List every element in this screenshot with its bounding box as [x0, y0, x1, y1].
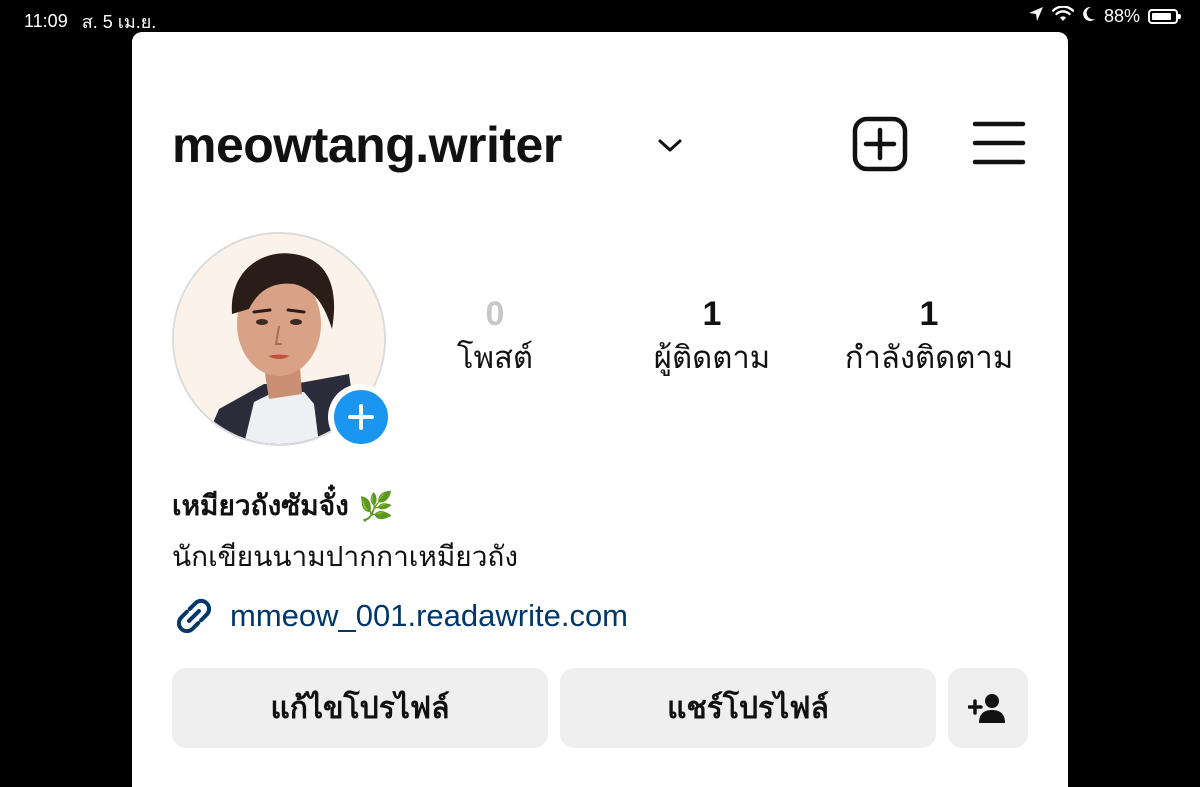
stat-posts[interactable]: 0 โพสต์	[432, 294, 558, 378]
plus-icon	[348, 404, 374, 430]
profile-link-text[interactable]: mmeow_001.readawrite.com	[230, 598, 628, 634]
wifi-icon	[1051, 5, 1074, 27]
new-post-button[interactable]	[852, 116, 908, 177]
stat-followers[interactable]: 1 ผู้ติดตาม	[632, 294, 792, 378]
menu-button[interactable]	[972, 120, 1026, 171]
stat-following-count: 1	[919, 295, 939, 333]
stat-followers-label: ผู้ติดตาม	[653, 340, 771, 375]
edit-profile-label: แก้ไขโปรไฟล์	[270, 691, 450, 725]
share-profile-button[interactable]: แชร์โปรไฟล์	[560, 668, 936, 748]
edit-profile-button[interactable]: แก้ไขโปรไฟล์	[172, 668, 548, 748]
add-person-icon	[968, 694, 1005, 723]
profile-screen: meowtang.writer 0 โพสต์ 1 ผู้ติดตาม 1 กำ…	[132, 32, 1068, 787]
profile-header: meowtang.writer	[172, 114, 1028, 178]
avatar-container[interactable]	[172, 232, 394, 450]
status-left: 11:09 ส. 5 เม.ย.	[24, 7, 156, 36]
display-name: เหมียวถังซัมจั๋ง 🌿	[172, 484, 394, 528]
chevron-down-icon[interactable]	[656, 136, 684, 161]
plus-square-icon	[852, 116, 908, 172]
hamburger-menu-icon	[972, 121, 1026, 165]
stat-following-label: กำลังติดตาม	[844, 340, 1014, 375]
bio-text: นักเขียนนามปากกาเหมียวถัง	[172, 541, 519, 572]
battery-icon	[1148, 9, 1181, 24]
stat-following[interactable]: 1 กำลังติดตาม	[832, 294, 1026, 378]
battery-fill	[1152, 13, 1171, 20]
stat-posts-count: 0	[485, 295, 505, 333]
status-right: 88%	[1028, 5, 1181, 27]
status-time: 11:09	[24, 11, 68, 31]
discover-people-button[interactable]	[948, 668, 1028, 748]
display-name-text: เหมียวถังซัมจั๋ง	[172, 490, 349, 521]
location-arrow-icon	[1028, 6, 1044, 27]
herb-emoji: 🌿	[358, 490, 394, 522]
add-story-button[interactable]	[328, 384, 394, 450]
status-bar: 11:09 ส. 5 เม.ย. 88%	[0, 0, 1200, 32]
stat-posts-label: โพสต์	[456, 340, 534, 375]
stat-followers-count: 1	[702, 295, 722, 333]
battery-percent: 88%	[1103, 6, 1140, 26]
profile-link[interactable]: mmeow_001.readawrite.com	[172, 594, 628, 638]
share-profile-label: แชร์โปรไฟล์	[667, 691, 829, 725]
link-icon	[176, 598, 212, 634]
moon-icon	[1082, 6, 1096, 27]
username-title[interactable]: meowtang.writer	[172, 116, 562, 174]
